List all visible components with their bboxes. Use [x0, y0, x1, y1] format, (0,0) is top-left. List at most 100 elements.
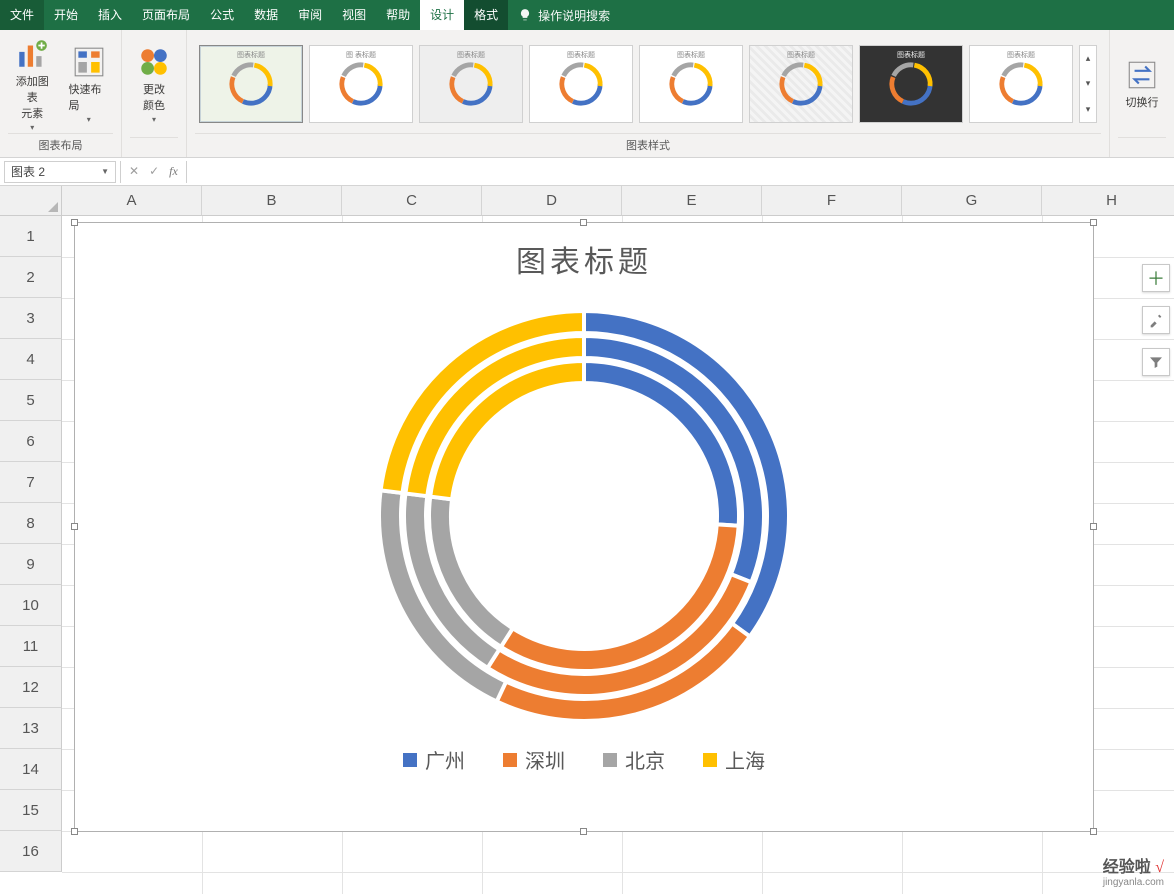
row-header[interactable]: 10 — [0, 585, 62, 626]
column-header[interactable]: C — [342, 186, 482, 216]
row-header[interactable]: 8 — [0, 503, 62, 544]
chart-style-thumb[interactable]: 图表标题 — [529, 45, 633, 123]
quick-layout-label: 快速布局 — [69, 81, 110, 113]
row-header[interactable]: 16 — [0, 831, 62, 872]
cancel-icon[interactable]: ✕ — [129, 164, 139, 179]
tab-home[interactable]: 开始 — [44, 0, 88, 30]
row-header[interactable]: 1 — [0, 216, 62, 257]
resize-handle[interactable] — [580, 219, 587, 226]
formula-bar: 图表 2 ▼ ✕ ✓ fx — [0, 158, 1174, 186]
column-header[interactable]: D — [482, 186, 622, 216]
row-header[interactable]: 6 — [0, 421, 62, 462]
row-header[interactable]: 12 — [0, 667, 62, 708]
group-label-chart-styles: 图表样式 — [195, 133, 1101, 157]
row-header[interactable]: 14 — [0, 749, 62, 790]
resize-handle[interactable] — [1090, 523, 1097, 530]
row-header[interactable]: 11 — [0, 626, 62, 667]
group-chart-layout: 添加图表 元素 ▾ 快速布局 ▾ 图表布局 — [0, 30, 122, 157]
tab-help[interactable]: 帮助 — [376, 0, 420, 30]
tab-data[interactable]: 数据 — [244, 0, 288, 30]
dropdown-icon[interactable]: ▼ — [101, 167, 109, 176]
legend-swatch — [603, 753, 617, 767]
chart-filter-button[interactable] — [1142, 348, 1170, 376]
formula-controls: ✕ ✓ fx — [121, 164, 186, 179]
legend-item[interactable]: 深圳 — [503, 745, 565, 774]
resize-handle[interactable] — [71, 523, 78, 530]
quick-layout-icon — [72, 45, 106, 79]
thumb-label: 图表标题 — [457, 50, 485, 60]
change-colors-label: 更改 颜色 — [143, 81, 165, 113]
resize-handle[interactable] — [580, 828, 587, 835]
add-chart-element-button[interactable]: 添加图表 元素 ▾ — [8, 33, 57, 136]
tell-me-label: 操作说明搜索 — [538, 7, 610, 24]
chart-style-thumb[interactable]: 图 表标题 — [309, 45, 413, 123]
legend-swatch — [503, 753, 517, 767]
chart-elements-button[interactable]: ＋ — [1142, 264, 1170, 292]
chart-style-thumb[interactable]: 图表标题 — [859, 45, 963, 123]
tab-page-layout[interactable]: 页面布局 — [132, 0, 200, 30]
column-header[interactable]: F — [762, 186, 902, 216]
chart-title[interactable]: 图表标题 — [75, 237, 1093, 281]
fx-icon[interactable]: fx — [169, 164, 178, 179]
watermark: 经验啦 √ jingyanla.com — [1103, 853, 1164, 888]
resize-handle[interactable] — [1090, 219, 1097, 226]
column-header[interactable]: E — [622, 186, 762, 216]
legend-label: 深圳 — [525, 745, 565, 774]
group-change-colors: 更改 颜色 ▾ — [122, 30, 187, 157]
change-colors-icon — [137, 45, 171, 79]
legend-item[interactable]: 广州 — [403, 745, 465, 774]
chart-style-thumb[interactable]: 图表标题 — [199, 45, 303, 123]
legend-item[interactable]: 上海 — [703, 745, 765, 774]
resize-handle[interactable] — [71, 828, 78, 835]
chart-style-thumb[interactable]: 图表标题 — [969, 45, 1073, 123]
menu-bar: 文件 开始 插入 页面布局 公式 数据 审阅 视图 帮助 设计 格式 操作说明搜… — [0, 0, 1174, 30]
tab-design[interactable]: 设计 — [420, 0, 464, 30]
tab-insert[interactable]: 插入 — [88, 0, 132, 30]
row-header[interactable]: 5 — [0, 380, 62, 421]
row-header[interactable]: 2 — [0, 257, 62, 298]
formula-input[interactable] — [186, 161, 1174, 183]
chart-styles-button[interactable] — [1142, 306, 1170, 334]
chart-style-thumb[interactable]: 图表标题 — [419, 45, 523, 123]
chart-styles-gallery: 图表标题图 表标题图表标题图表标题图表标题图表标题图表标题图表标题▴▾▾ — [195, 41, 1101, 127]
tell-me-search[interactable]: 操作说明搜索 — [508, 7, 620, 24]
legend-swatch — [403, 753, 417, 767]
chart-style-thumb[interactable]: 图表标题 — [639, 45, 743, 123]
chart-style-thumb[interactable]: 图表标题 — [749, 45, 853, 123]
gallery-more-button[interactable]: ▴▾▾ — [1079, 45, 1097, 123]
quick-layout-button[interactable]: 快速布局 ▾ — [65, 41, 114, 128]
row-header[interactable]: 15 — [0, 790, 62, 831]
legend-item[interactable]: 北京 — [603, 745, 665, 774]
tab-review[interactable]: 审阅 — [288, 0, 332, 30]
column-header[interactable]: B — [202, 186, 342, 216]
doughnut-chart[interactable] — [75, 301, 1093, 731]
tab-formulas[interactable]: 公式 — [200, 0, 244, 30]
row-header[interactable]: 3 — [0, 298, 62, 339]
legend-label: 上海 — [725, 745, 765, 774]
tab-view[interactable]: 视图 — [332, 0, 376, 30]
resize-handle[interactable] — [1090, 828, 1097, 835]
legend-label: 广州 — [425, 745, 465, 774]
row-header[interactable]: 4 — [0, 339, 62, 380]
row-header[interactable]: 7 — [0, 462, 62, 503]
thumb-label: 图表标题 — [567, 50, 595, 60]
change-colors-button[interactable]: 更改 颜色 ▾ — [130, 41, 178, 128]
column-header[interactable]: G — [902, 186, 1042, 216]
chart-object[interactable]: 图表标题 广州 深圳 北京 上海 — [74, 222, 1094, 832]
tab-format[interactable]: 格式 — [464, 0, 508, 30]
name-box[interactable]: 图表 2 ▼ — [4, 161, 116, 183]
thumb-label: 图表标题 — [237, 50, 265, 60]
row-header[interactable]: 13 — [0, 708, 62, 749]
row-header[interactable]: 9 — [0, 544, 62, 585]
ribbon: 添加图表 元素 ▾ 快速布局 ▾ 图表布局 更改 颜色 ▾ — [0, 30, 1174, 158]
chart-legend[interactable]: 广州 深圳 北京 上海 — [75, 745, 1093, 774]
select-all-corner[interactable] — [0, 186, 62, 216]
group-label-blank — [130, 137, 178, 157]
caret-icon: ▾ — [87, 115, 91, 124]
resize-handle[interactable] — [71, 219, 78, 226]
accept-icon[interactable]: ✓ — [149, 164, 159, 179]
switch-row-column-button[interactable]: 切换行 — [1118, 54, 1166, 114]
column-header[interactable]: H — [1042, 186, 1174, 216]
column-header[interactable]: A — [62, 186, 202, 216]
tab-file[interactable]: 文件 — [0, 0, 44, 30]
